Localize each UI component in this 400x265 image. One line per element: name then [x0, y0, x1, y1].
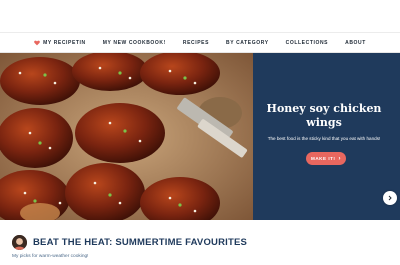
chevron-right-icon: ›	[338, 155, 341, 162]
nav-item-recipes[interactable]: RECIPES	[174, 40, 217, 46]
nav-item-my-new-cookbook[interactable]: MY NEW COOKBOOK!	[94, 40, 174, 46]
slider-next-button[interactable]	[383, 191, 397, 205]
page: MY RECIPETIN MY NEW COOKBOOK! RECIPES BY…	[0, 0, 400, 265]
make-it-button[interactable]: MAKE IT! ›	[306, 152, 346, 165]
nav-item-about[interactable]: ABOUT	[337, 40, 375, 46]
hero-subtitle: The best food is the sticky kind that yo…	[267, 136, 381, 141]
nav-item-label: COLLECTIONS	[285, 39, 329, 46]
nav-item-label: RECIPES	[182, 39, 210, 46]
collection-section: BEAT THE HEAT: SUMMERTIME FAVOURITES My …	[0, 220, 400, 265]
hero-title[interactable]: Honey soy chicken wings	[263, 102, 385, 130]
nav-item-my-recipetin[interactable]: MY RECIPETIN	[26, 40, 95, 46]
chicken-wings-photo	[0, 53, 253, 220]
nav-item-label: ABOUT	[345, 39, 366, 46]
nav-item-collections[interactable]: COLLECTIONS	[277, 40, 336, 46]
main-nav: MY RECIPETIN MY NEW COOKBOOK! RECIPES BY…	[0, 33, 400, 53]
nav-item-label: BY CATEGORY	[226, 39, 269, 46]
author-avatar	[12, 235, 27, 250]
top-banner-area	[0, 0, 400, 33]
hero-image[interactable]	[0, 53, 253, 220]
hero-slider: Honey soy chicken wings The best food is…	[0, 53, 400, 220]
section-title: BEAT THE HEAT: SUMMERTIME FAVOURITES	[33, 237, 248, 248]
section-subtitle: My picks for warm-weather cooking!	[12, 254, 89, 259]
heart-icon	[34, 40, 40, 45]
nav-item-by-category[interactable]: BY CATEGORY	[218, 40, 278, 46]
nav-item-label: MY RECIPETIN	[43, 39, 86, 46]
make-it-label: MAKE IT!	[311, 156, 336, 161]
chevron-right-icon	[388, 195, 392, 201]
nav-item-label: MY NEW COOKBOOK!	[102, 39, 166, 46]
hero-caption-panel: Honey soy chicken wings The best food is…	[253, 53, 400, 220]
